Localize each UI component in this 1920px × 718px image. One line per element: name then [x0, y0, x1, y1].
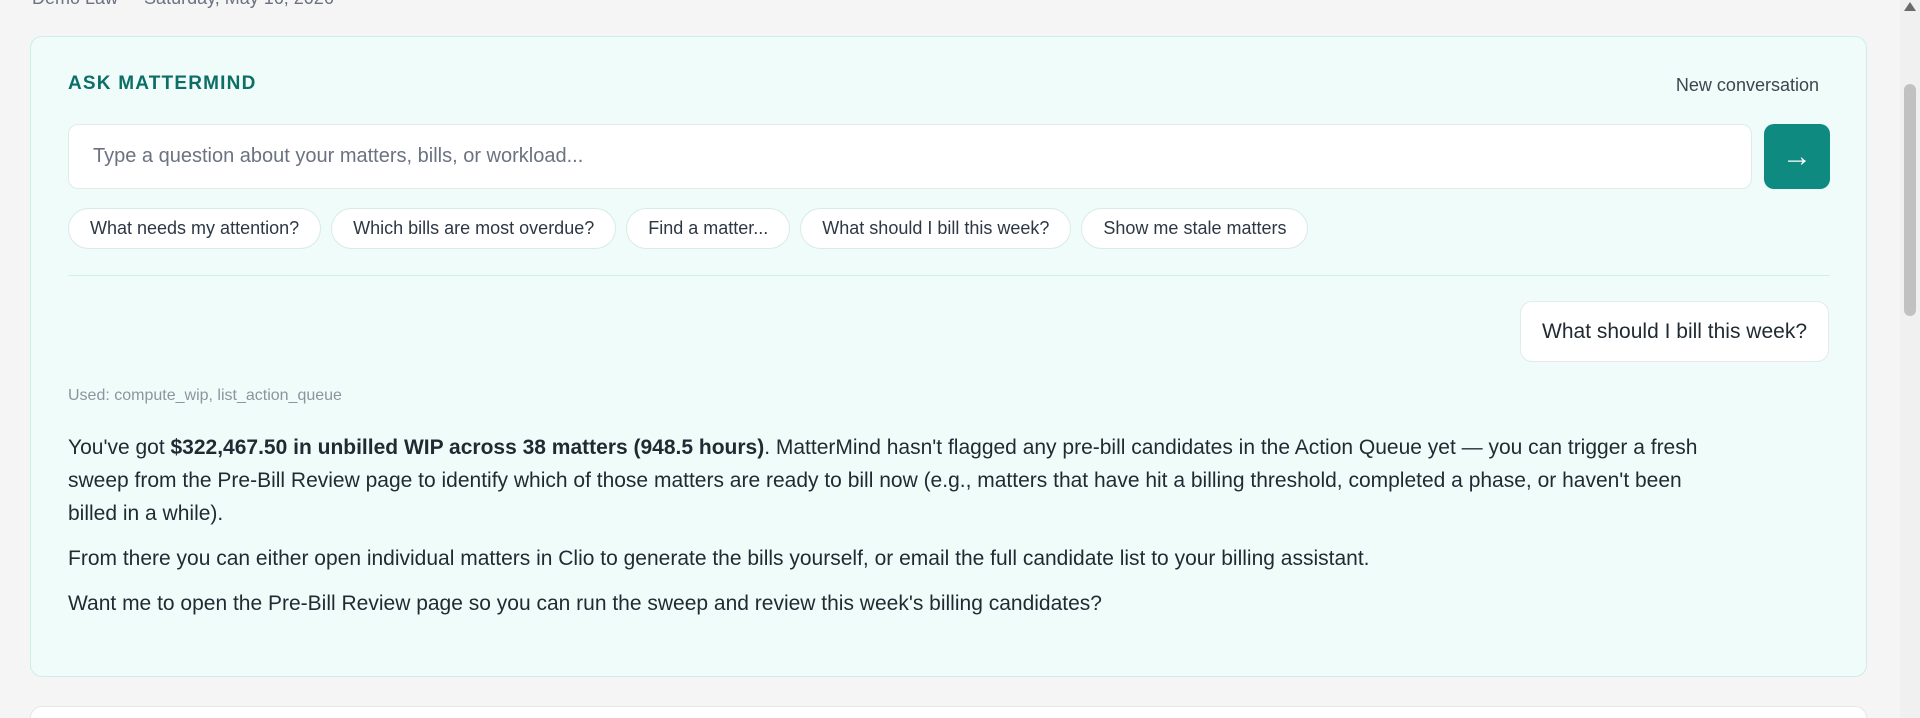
suggestion-chip[interactable]: What should I bill this week?: [800, 208, 1072, 249]
tools-used-note: Used: compute_wip, list_action_queue: [68, 387, 342, 404]
firm-name: Demo Law: [32, 0, 118, 9]
suggestion-chip[interactable]: Show me stale matters: [1081, 208, 1309, 249]
suggestion-chip[interactable]: Which bills are most overdue?: [331, 208, 617, 249]
scrollbar-thumb[interactable]: [1904, 84, 1916, 316]
suggestion-chips: What needs my attention? Which bills are…: [68, 208, 1309, 249]
assistant-answer: You've got $322,467.50 in unbilled WIP a…: [68, 431, 1708, 632]
question-input[interactable]: [68, 124, 1752, 189]
user-message-bubble: What should I bill this week?: [1520, 301, 1829, 362]
suggestion-chip[interactable]: What needs my attention?: [68, 208, 322, 249]
answer-paragraph: You've got $322,467.50 in unbilled WIP a…: [68, 436, 1698, 525]
divider: [68, 275, 1830, 276]
answer-highlight: $322,467.50 in unbilled WIP across 38 ma…: [170, 436, 765, 459]
panel-title: ASK MATTERMIND: [68, 73, 257, 94]
current-date: Saturday, May 16, 2026: [144, 0, 334, 9]
ask-mattermind-panel: ASK MATTERMIND New conversation → What n…: [30, 36, 1867, 677]
send-button[interactable]: →: [1764, 124, 1830, 189]
answer-paragraph: From there you can either open individua…: [68, 547, 1370, 570]
header-meta: Demo Law Saturday, May 16, 2026: [32, 0, 334, 9]
answer-paragraph: Want me to open the Pre-Bill Review page…: [68, 592, 1102, 615]
scroll-up-arrow-icon[interactable]: [1904, 2, 1916, 11]
suggestion-chip[interactable]: Find a matter...: [626, 208, 791, 249]
vertical-scrollbar[interactable]: [1900, 0, 1920, 718]
arrow-right-icon: →: [1782, 140, 1812, 173]
next-panel: [30, 706, 1867, 718]
new-conversation-button[interactable]: New conversation: [1676, 75, 1819, 96]
